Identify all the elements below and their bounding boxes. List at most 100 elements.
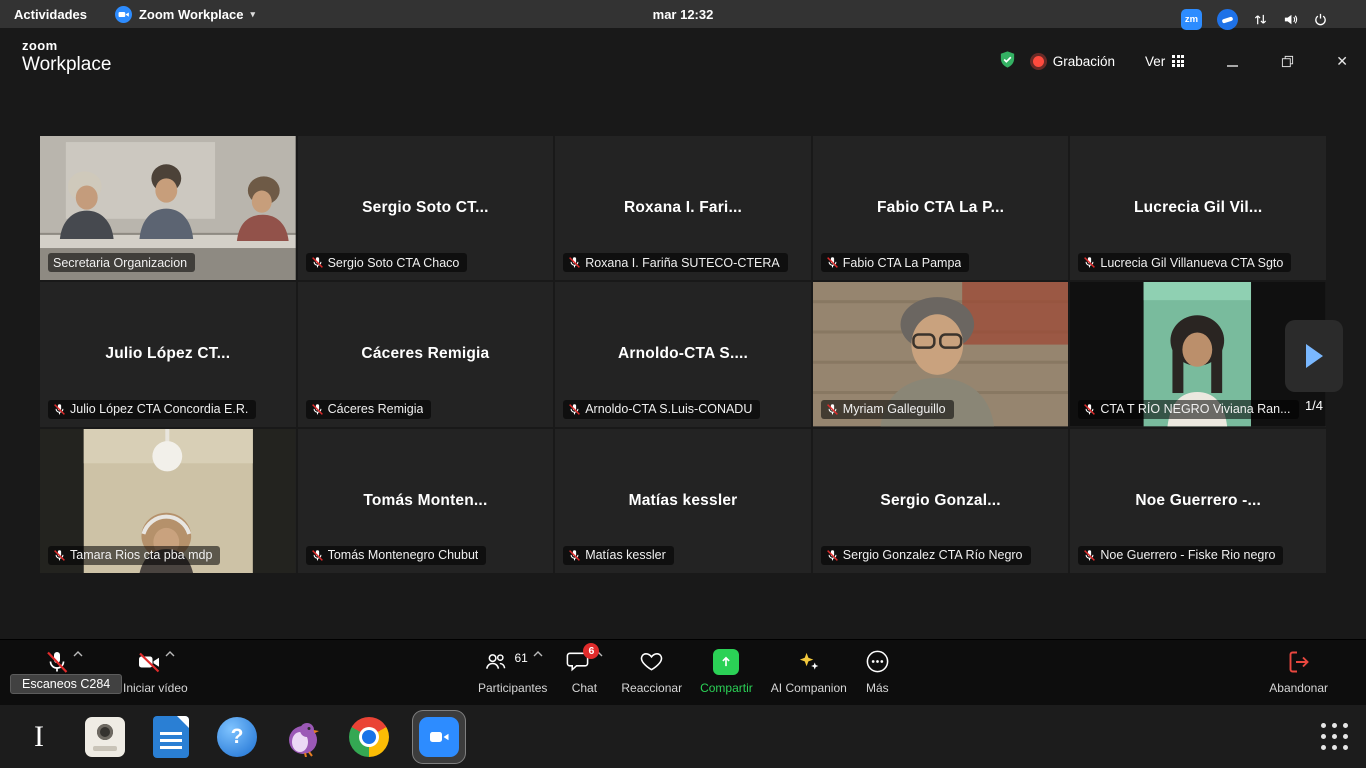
participant-name-tag: Sergio Soto CTA Chaco: [306, 253, 468, 272]
mic-muted-icon: [568, 403, 581, 416]
mic-muted-icon: [568, 256, 581, 269]
participant-tile[interactable]: Sergio Gonzal... Sergio Gonzalez CTA Río…: [813, 429, 1069, 573]
network-icon[interactable]: [1253, 12, 1268, 27]
participant-name-text: Sergio Gonzalez CTA Río Negro: [843, 548, 1023, 562]
share-button[interactable]: Compartir: [700, 649, 753, 695]
share-label: Compartir: [700, 681, 753, 695]
power-icon[interactable]: [1313, 12, 1328, 27]
participant-tile[interactable]: Tomás Monten... Tomás Montenegro Chubut: [298, 429, 554, 573]
taskbar-icon-pidgin[interactable]: [280, 714, 326, 760]
leave-icon: [1286, 649, 1312, 675]
mic-muted-icon: [53, 403, 66, 416]
camera-app-icon: [85, 717, 125, 757]
participant-tile[interactable]: Cáceres Remigia Cáceres Remigia: [298, 282, 554, 426]
ai-companion-button[interactable]: AI Companion: [771, 649, 847, 695]
clock-button[interactable]: mar 12:32: [653, 7, 714, 22]
participant-tile[interactable]: Secretaria Organizacion: [40, 136, 296, 280]
participant-tile[interactable]: Roxana I. Fari... Roxana I. Fariña SUTEC…: [555, 136, 811, 280]
taskbar-icon-chrome[interactable]: [346, 714, 392, 760]
video-off-icon: [136, 649, 162, 675]
taskbar-icon-help[interactable]: [214, 714, 260, 760]
participant-name-tag: Myriam Galleguillo: [821, 400, 954, 419]
ai-companion-label: AI Companion: [771, 681, 847, 695]
participant-name-text: Sergio Soto CTA Chaco: [328, 256, 460, 270]
participant-name-text: Fabio CTA La Pampa: [843, 256, 962, 270]
sparkles-icon: [796, 649, 821, 674]
participant-tile[interactable]: Myriam Galleguillo: [813, 282, 1069, 426]
participant-tile[interactable]: Arnoldo-CTA S.... Arnoldo-CTA S.Luis-CON…: [555, 282, 811, 426]
participant-name-tag: Fabio CTA La Pampa: [821, 253, 970, 272]
participant-name-tag: Secretaria Organizacion: [48, 253, 195, 272]
mic-muted-icon: [311, 549, 324, 562]
security-shield-icon[interactable]: [998, 50, 1017, 72]
tray-app-icon[interactable]: [1217, 9, 1238, 30]
activities-button[interactable]: Actividades: [0, 0, 101, 28]
view-button[interactable]: Ver: [1145, 54, 1184, 69]
desktop-screen: Actividades Zoom Workplace ▾ mar 12:32 z…: [0, 0, 1366, 768]
participant-name-text: Julio López CTA Concordia E.R.: [70, 402, 248, 416]
next-page-arrow-icon: [1302, 342, 1326, 370]
taskbar: [0, 705, 1366, 768]
mic-muted-icon: [311, 256, 324, 269]
show-applications-button[interactable]: [1321, 723, 1348, 750]
system-top-bar: Actividades Zoom Workplace ▾ mar 12:32 z…: [0, 0, 1366, 28]
participant-tile[interactable]: Lucrecia Gil Vil... Lucrecia Gil Villanu…: [1070, 136, 1326, 280]
participants-button[interactable]: 61 Participantes: [478, 649, 547, 695]
zoom-window: zoom Workplace Grabación Ver: [0, 28, 1366, 705]
participant-name-text: Noe Guerrero - Fiske Rio negro: [1100, 548, 1275, 562]
participant-name-tag: Matías kessler: [563, 546, 674, 565]
system-tray: zm: [1181, 9, 1342, 30]
share-screen-icon: [713, 649, 739, 675]
start-video-button[interactable]: Iniciar vídeo: [123, 649, 188, 695]
taskbar-icon-text-cursor[interactable]: [16, 714, 62, 760]
zoom-app-icon: [115, 6, 132, 23]
help-icon: [217, 717, 257, 757]
restore-button[interactable]: [1281, 55, 1294, 68]
participants-caret-icon[interactable]: [533, 651, 543, 657]
mic-muted-icon: [826, 403, 839, 416]
participant-name-tag: CTA T RÍO NEGRO Viviana Ran...: [1078, 400, 1298, 419]
i-beam-icon: [34, 720, 44, 754]
participant-tile[interactable]: Tamara Rios cta pba mdp: [40, 429, 296, 573]
participants-label: Participantes: [478, 681, 547, 695]
participant-name-tag: Lucrecia Gil Villanueva CTA Sgto: [1078, 253, 1291, 272]
participant-tile[interactable]: Noe Guerrero -... Noe Guerrero - Fiske R…: [1070, 429, 1326, 573]
mic-muted-icon: [311, 403, 324, 416]
participant-name-tag: Cáceres Remigia: [306, 400, 432, 419]
participant-name-text: Cáceres Remigia: [328, 402, 424, 416]
taskbar-icon-camera-app[interactable]: [82, 714, 128, 760]
participant-name-tag: Sergio Gonzalez CTA Río Negro: [821, 546, 1031, 565]
recording-label: Grabación: [1053, 54, 1115, 69]
window-header-controls: Grabación Ver ✕: [998, 50, 1348, 72]
recording-dot-icon: [1033, 56, 1044, 67]
audio-device-tooltip: Escaneos C284: [10, 674, 122, 694]
mic-muted-icon: [826, 549, 839, 562]
participant-tile[interactable]: Matías kessler Matías kessler: [555, 429, 811, 573]
participant-name-text: Tamara Rios cta pba mdp: [70, 548, 212, 562]
participant-name-text: Matías kessler: [585, 548, 666, 562]
chat-button[interactable]: 6 Chat: [565, 649, 603, 695]
react-button[interactable]: Reaccionar: [621, 649, 682, 695]
recording-indicator[interactable]: Grabación: [1033, 54, 1115, 69]
participant-tile[interactable]: Fabio CTA La P... Fabio CTA La Pampa: [813, 136, 1069, 280]
participant-tile[interactable]: Julio López CT... Julio López CTA Concor…: [40, 282, 296, 426]
video-grid: Secretaria Organizacion Sergio Soto CT..…: [40, 136, 1326, 573]
leave-label: Abandonar: [1269, 681, 1328, 695]
more-button[interactable]: Más: [865, 649, 890, 695]
taskbar-icon-zoom[interactable]: [412, 710, 466, 764]
zm-tray-icon[interactable]: zm: [1181, 9, 1202, 30]
minimize-button[interactable]: [1226, 55, 1239, 68]
document-icon: [153, 716, 189, 758]
participant-tile[interactable]: Sergio Soto CT... Sergio Soto CTA Chaco: [298, 136, 554, 280]
close-button[interactable]: ✕: [1336, 53, 1348, 70]
leave-button[interactable]: Abandonar: [1269, 649, 1328, 695]
app-menu-button[interactable]: Zoom Workplace ▾: [115, 6, 255, 23]
view-label: Ver: [1145, 54, 1165, 69]
participants-icon: [483, 649, 508, 674]
volume-icon[interactable]: [1283, 12, 1298, 27]
taskbar-icon-writer[interactable]: [148, 714, 194, 760]
audio-options-caret-icon[interactable]: [73, 651, 83, 657]
participant-name-tag: Noe Guerrero - Fiske Rio negro: [1078, 546, 1283, 565]
video-options-caret-icon[interactable]: [165, 651, 175, 657]
next-page-button[interactable]: [1285, 320, 1343, 392]
